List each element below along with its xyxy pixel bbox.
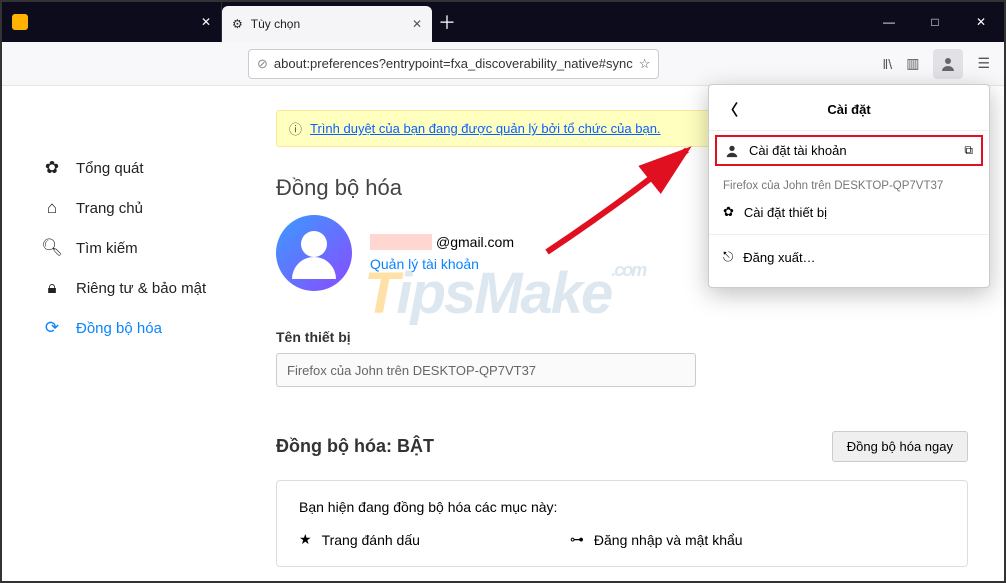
- tab-label: Tùy chọn: [251, 17, 300, 31]
- person-icon: [940, 56, 956, 72]
- sidebar-item-sync[interactable]: ⟳ Đồng bộ hóa: [42, 308, 240, 348]
- sidebar-label: Riêng tư & bảo mật: [76, 280, 206, 297]
- sync-item-logins: ⊶ Đăng nhập và mật khẩu: [570, 531, 743, 548]
- gear-icon: ✿: [42, 158, 62, 178]
- close-window-button[interactable]: ✕: [958, 2, 1004, 42]
- url-bar[interactable]: ⊘ about:preferences?entrypoint=fxa_disco…: [248, 49, 659, 79]
- url-identity-icon: ⊘: [257, 56, 268, 72]
- sync-now-button[interactable]: Đồng bộ hóa ngay: [832, 431, 968, 462]
- external-link-icon: ⧉: [964, 143, 973, 158]
- sync-items-panel: Bạn hiện đang đồng bộ hóa các mục này: ★…: [276, 480, 968, 567]
- popup-title: Cài đặt: [709, 102, 989, 117]
- sidebar-item-search[interactable]: 🔍︎ Tìm kiếm: [42, 228, 240, 268]
- popup-item-device-settings[interactable]: ✿ Cài đặt thiết bị: [709, 196, 989, 228]
- browser-toolbar: ⊘ about:preferences?entrypoint=fxa_disco…: [2, 42, 1004, 86]
- sidebar-item-general[interactable]: ✿ Tổng quát: [42, 148, 240, 188]
- manage-account-link[interactable]: Quản lý tài khoản: [370, 256, 514, 272]
- search-icon: 🔍︎: [42, 238, 62, 258]
- avatar: [276, 215, 352, 291]
- window-titlebar: ✕ ⚙ Tùy chọn ✕ ＋ ― □ ✕: [2, 2, 1004, 42]
- notice-text[interactable]: Trình duyệt của bạn đang được quản lý bở…: [310, 121, 661, 136]
- account-email: @gmail.com: [370, 234, 514, 250]
- gear-icon: ✿: [723, 204, 734, 220]
- info-icon: ⓘ: [289, 119, 302, 138]
- redacted-box: [370, 234, 432, 250]
- url-text: about:preferences?entrypoint=fxa_discove…: [274, 56, 633, 71]
- star-icon: ★: [299, 531, 312, 548]
- signout-icon: ⎋: [723, 249, 733, 265]
- gear-icon: ⚙: [232, 17, 243, 31]
- popup-item-account-settings[interactable]: Cài đặt tài khoản ⧉: [715, 135, 983, 166]
- maximize-button[interactable]: □: [912, 2, 958, 42]
- popup-item-sign-out[interactable]: ⎋ Đăng xuất…: [709, 241, 989, 273]
- popup-device-line: Firefox của John trên DESKTOP-QP7VT37: [709, 170, 989, 196]
- sidebar-label: Trang chủ: [76, 200, 143, 217]
- lock-icon: 🔒︎: [42, 278, 62, 298]
- sidebar-item-home[interactable]: ⌂ Trang chủ: [42, 188, 240, 228]
- sync-item-bookmarks: ★ Trang đánh dấu: [299, 531, 420, 548]
- sync-icon: ⟳: [42, 318, 62, 338]
- sync-status-heading: Đồng bộ hóa: BẬT: [276, 436, 434, 457]
- account-button[interactable]: [933, 49, 963, 79]
- sidebar-label: Đồng bộ hóa: [76, 320, 162, 337]
- key-icon: ⊶: [570, 531, 584, 548]
- panel-title: Bạn hiện đang đồng bộ hóa các mục này:: [299, 499, 945, 515]
- popup-label: Đăng xuất…: [743, 250, 815, 265]
- sidebar-label: Tìm kiếm: [76, 240, 138, 257]
- popup-label: Cài đặt thiết bị: [744, 205, 827, 220]
- toolbar-icons: ǁ\ ▥ ☰: [883, 49, 996, 79]
- tab-active[interactable]: ⚙ Tùy chọn ✕: [222, 6, 432, 42]
- window-controls: ― □ ✕: [866, 2, 1004, 42]
- separator: [709, 234, 989, 235]
- account-popup: 〈 Cài đặt Cài đặt tài khoản ⧉ Firefox củ…: [708, 84, 990, 288]
- minimize-button[interactable]: ―: [866, 2, 912, 42]
- bookmark-star-icon[interactable]: ☆: [639, 56, 651, 72]
- menu-icon[interactable]: ☰: [977, 55, 990, 72]
- sidebar-label: Tổng quát: [76, 160, 144, 177]
- person-icon: [725, 144, 739, 158]
- sidebar-item-privacy[interactable]: 🔒︎ Riêng tư & bảo mật: [42, 268, 240, 308]
- device-name-input[interactable]: [276, 353, 696, 387]
- home-icon: ⌂: [42, 198, 62, 218]
- key-icon: [12, 14, 28, 30]
- close-icon[interactable]: ✕: [412, 17, 422, 31]
- preferences-sidebar: ✿ Tổng quát ⌂ Trang chủ 🔍︎ Tìm kiếm 🔒︎ R…: [2, 86, 240, 581]
- library-icon[interactable]: ǁ\: [883, 56, 893, 72]
- device-name-label: Tên thiết bị: [276, 329, 968, 345]
- close-icon[interactable]: ✕: [201, 15, 211, 29]
- new-tab-button[interactable]: ＋: [432, 2, 462, 42]
- sidebar-toggle-icon[interactable]: ▥: [906, 55, 919, 72]
- email-suffix: @gmail.com: [436, 234, 514, 250]
- popup-label: Cài đặt tài khoản: [749, 143, 847, 158]
- tab-inactive[interactable]: ✕: [2, 2, 222, 42]
- back-button[interactable]: 〈: [723, 99, 739, 120]
